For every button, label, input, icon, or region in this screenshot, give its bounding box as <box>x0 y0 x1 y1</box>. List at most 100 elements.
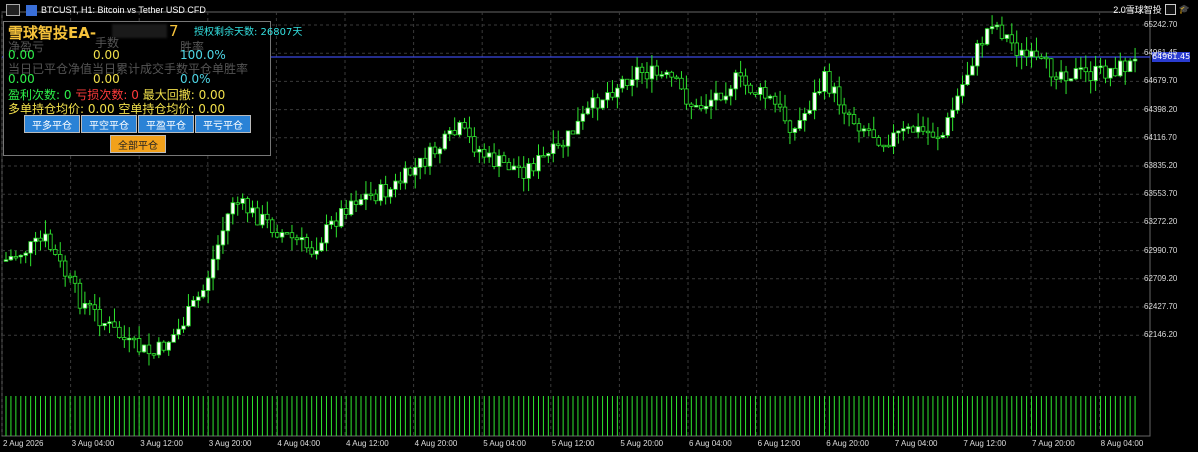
close-long-button[interactable]: 平多平仓 <box>24 115 80 133</box>
candle-body <box>565 130 571 147</box>
candle-body <box>43 233 48 242</box>
ea-checkbox[interactable] <box>1164 4 1176 15</box>
candle-body <box>945 117 950 136</box>
candle-body <box>511 165 517 171</box>
candle-body <box>802 113 807 121</box>
time-tick-label: 3 Aug 04:00 <box>71 439 115 448</box>
candle-body <box>940 134 945 138</box>
candle-body <box>708 99 714 107</box>
candle-body <box>723 95 729 101</box>
candle-body <box>768 95 773 99</box>
candle-body <box>58 254 63 262</box>
candle-body <box>427 146 433 167</box>
candle-body <box>570 130 576 135</box>
chart-menu-icon[interactable] <box>6 4 20 16</box>
candle-body <box>955 95 960 111</box>
close-profit-button[interactable]: 平盈平仓 <box>138 115 194 133</box>
candle-body <box>151 353 157 356</box>
time-tick-label: 6 Aug 04:00 <box>689 439 732 448</box>
candle-body <box>1014 42 1019 56</box>
candle-body <box>186 305 191 327</box>
candle-body <box>92 304 97 310</box>
candle-body <box>1058 71 1064 80</box>
candle-body <box>67 275 73 279</box>
candle-body <box>886 144 891 148</box>
candle-body <box>319 242 324 252</box>
candle-body <box>822 71 827 92</box>
candle-body <box>422 157 428 167</box>
candle-body <box>644 72 650 80</box>
candle-body <box>827 71 832 94</box>
candle-body <box>639 66 645 73</box>
candle-body <box>398 180 403 184</box>
candle-body <box>156 341 162 356</box>
candle-body <box>994 24 1000 28</box>
candle-body <box>1083 67 1088 73</box>
candle-body <box>1118 60 1123 77</box>
candle-body <box>3 259 9 262</box>
candle-body <box>718 92 724 101</box>
candle-body <box>674 76 679 80</box>
candle-body <box>950 109 955 118</box>
candle-body <box>625 78 630 86</box>
candle-body <box>901 128 906 132</box>
candle-body <box>580 113 586 122</box>
candle-body <box>629 79 635 86</box>
candle-body <box>556 143 561 146</box>
candle-body <box>284 232 290 235</box>
candle-body <box>117 326 122 338</box>
candle-body <box>1103 65 1108 79</box>
close-short-button[interactable]: 平空平仓 <box>81 115 137 133</box>
candle-body <box>329 220 334 226</box>
candle-body <box>482 148 487 158</box>
candle-body <box>452 130 457 136</box>
candle-body <box>235 202 240 205</box>
candle-body <box>1113 67 1118 77</box>
candle-body <box>447 130 452 135</box>
candle-body <box>713 92 719 101</box>
time-tick-label: 6 Aug 20:00 <box>826 439 869 448</box>
ea-indicator[interactable]: 2.0雪球智投 🎓 <box>1113 3 1190 16</box>
candle-body <box>255 207 260 226</box>
candle-body <box>1068 78 1074 82</box>
candle-body <box>294 237 300 241</box>
time-tick-label: 4 Aug 04:00 <box>277 439 321 448</box>
time-tick-label: 2 Aug 2026 <box>3 439 44 448</box>
candle-body <box>669 71 674 78</box>
candle-body <box>841 104 847 114</box>
candle-body <box>649 65 655 80</box>
price-tick-label: 64679.70 <box>1144 76 1178 86</box>
candle-body <box>615 87 620 98</box>
price-tick-label: 63272.20 <box>1144 217 1178 227</box>
candle-body <box>230 202 235 215</box>
price-tick-label: 63835.20 <box>1144 161 1178 170</box>
candle-body <box>457 122 462 136</box>
close-all-button[interactable]: 全部平仓 <box>110 135 166 153</box>
candle-body <box>403 167 408 184</box>
price-tick-label: 64398.20 <box>1144 104 1178 114</box>
candle-body <box>787 120 793 133</box>
candle-body <box>758 87 763 95</box>
close-loss-button[interactable]: 平亏平仓 <box>195 115 251 133</box>
time-tick-label: 6 Aug 12:00 <box>757 439 801 448</box>
candle-body <box>289 232 295 239</box>
ea-title-suffix: 7 <box>169 22 179 40</box>
candle-body <box>28 241 33 254</box>
candle-body <box>546 153 551 157</box>
time-tick-label: 3 Aug 12:00 <box>140 439 183 448</box>
candle-body <box>817 91 822 94</box>
candle-body <box>906 126 911 130</box>
candle-body <box>339 208 344 227</box>
candle-body <box>8 256 14 261</box>
candle-body <box>911 126 916 133</box>
candle-body <box>866 128 872 131</box>
candle-body <box>348 200 354 215</box>
candle-body <box>358 199 364 206</box>
candle-body <box>1053 76 1059 80</box>
candle-body <box>851 114 857 125</box>
candle-body <box>467 127 472 138</box>
price-tick-label: 64961.45 <box>1144 48 1178 58</box>
candle-body <box>166 341 171 351</box>
candle-body <box>127 337 132 341</box>
price-tick-label: 63553.70 <box>1144 189 1178 199</box>
